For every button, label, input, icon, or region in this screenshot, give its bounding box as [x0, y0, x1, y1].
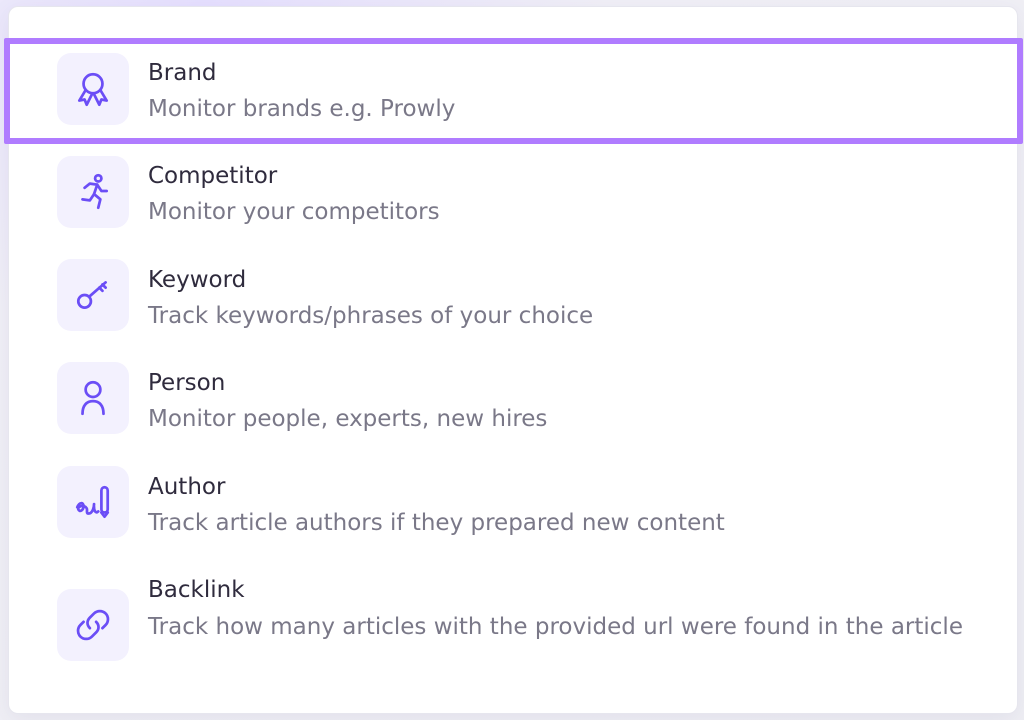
- option-icon-container: [57, 466, 129, 538]
- option-keyword[interactable]: Keyword Track keywords/phrases of your c…: [9, 259, 1017, 341]
- option-author[interactable]: Author Track article authors if they pre…: [9, 466, 1017, 548]
- option-person[interactable]: Person Monitor people, experts, new hire…: [9, 362, 1017, 444]
- option-description: Monitor your competitors: [148, 199, 440, 225]
- option-description: Track how many articles with the provide…: [148, 614, 963, 640]
- option-description: Track article authors if they prepared n…: [148, 510, 725, 536]
- option-competitor[interactable]: Competitor Monitor your competitors: [9, 155, 1017, 237]
- option-description: Monitor brands e.g. Prowly: [148, 96, 456, 122]
- option-title: Backlink: [148, 577, 245, 603]
- option-icon-container: [57, 259, 129, 331]
- link-icon: [76, 609, 110, 641]
- option-title: Author: [148, 474, 226, 500]
- signature-pen-icon: [75, 485, 110, 519]
- option-description: Track keywords/phrases of your choice: [148, 303, 594, 329]
- option-icon-container: [57, 53, 129, 125]
- option-title: Brand: [148, 60, 217, 86]
- option-title: Person: [148, 370, 226, 396]
- option-icon-container: [57, 156, 129, 228]
- key-icon: [76, 281, 107, 309]
- option-title: Keyword: [148, 267, 247, 293]
- person-icon: [81, 380, 105, 416]
- option-brand[interactable]: Brand Monitor brands e.g. Prowly: [9, 49, 1017, 141]
- type-selection-panel: Brand Monitor brands e.g. Prowly Competi…: [4, 6, 1023, 714]
- option-title: Competitor: [148, 163, 278, 189]
- option-icon-container: [57, 362, 129, 434]
- option-backlink[interactable]: Backlink Track how many articles with th…: [9, 569, 1017, 685]
- badge-ribbon-icon: [77, 72, 109, 107]
- option-icon-container: [57, 589, 129, 661]
- option-description: Monitor people, experts, new hires: [148, 406, 548, 432]
- running-person-icon: [81, 173, 109, 210]
